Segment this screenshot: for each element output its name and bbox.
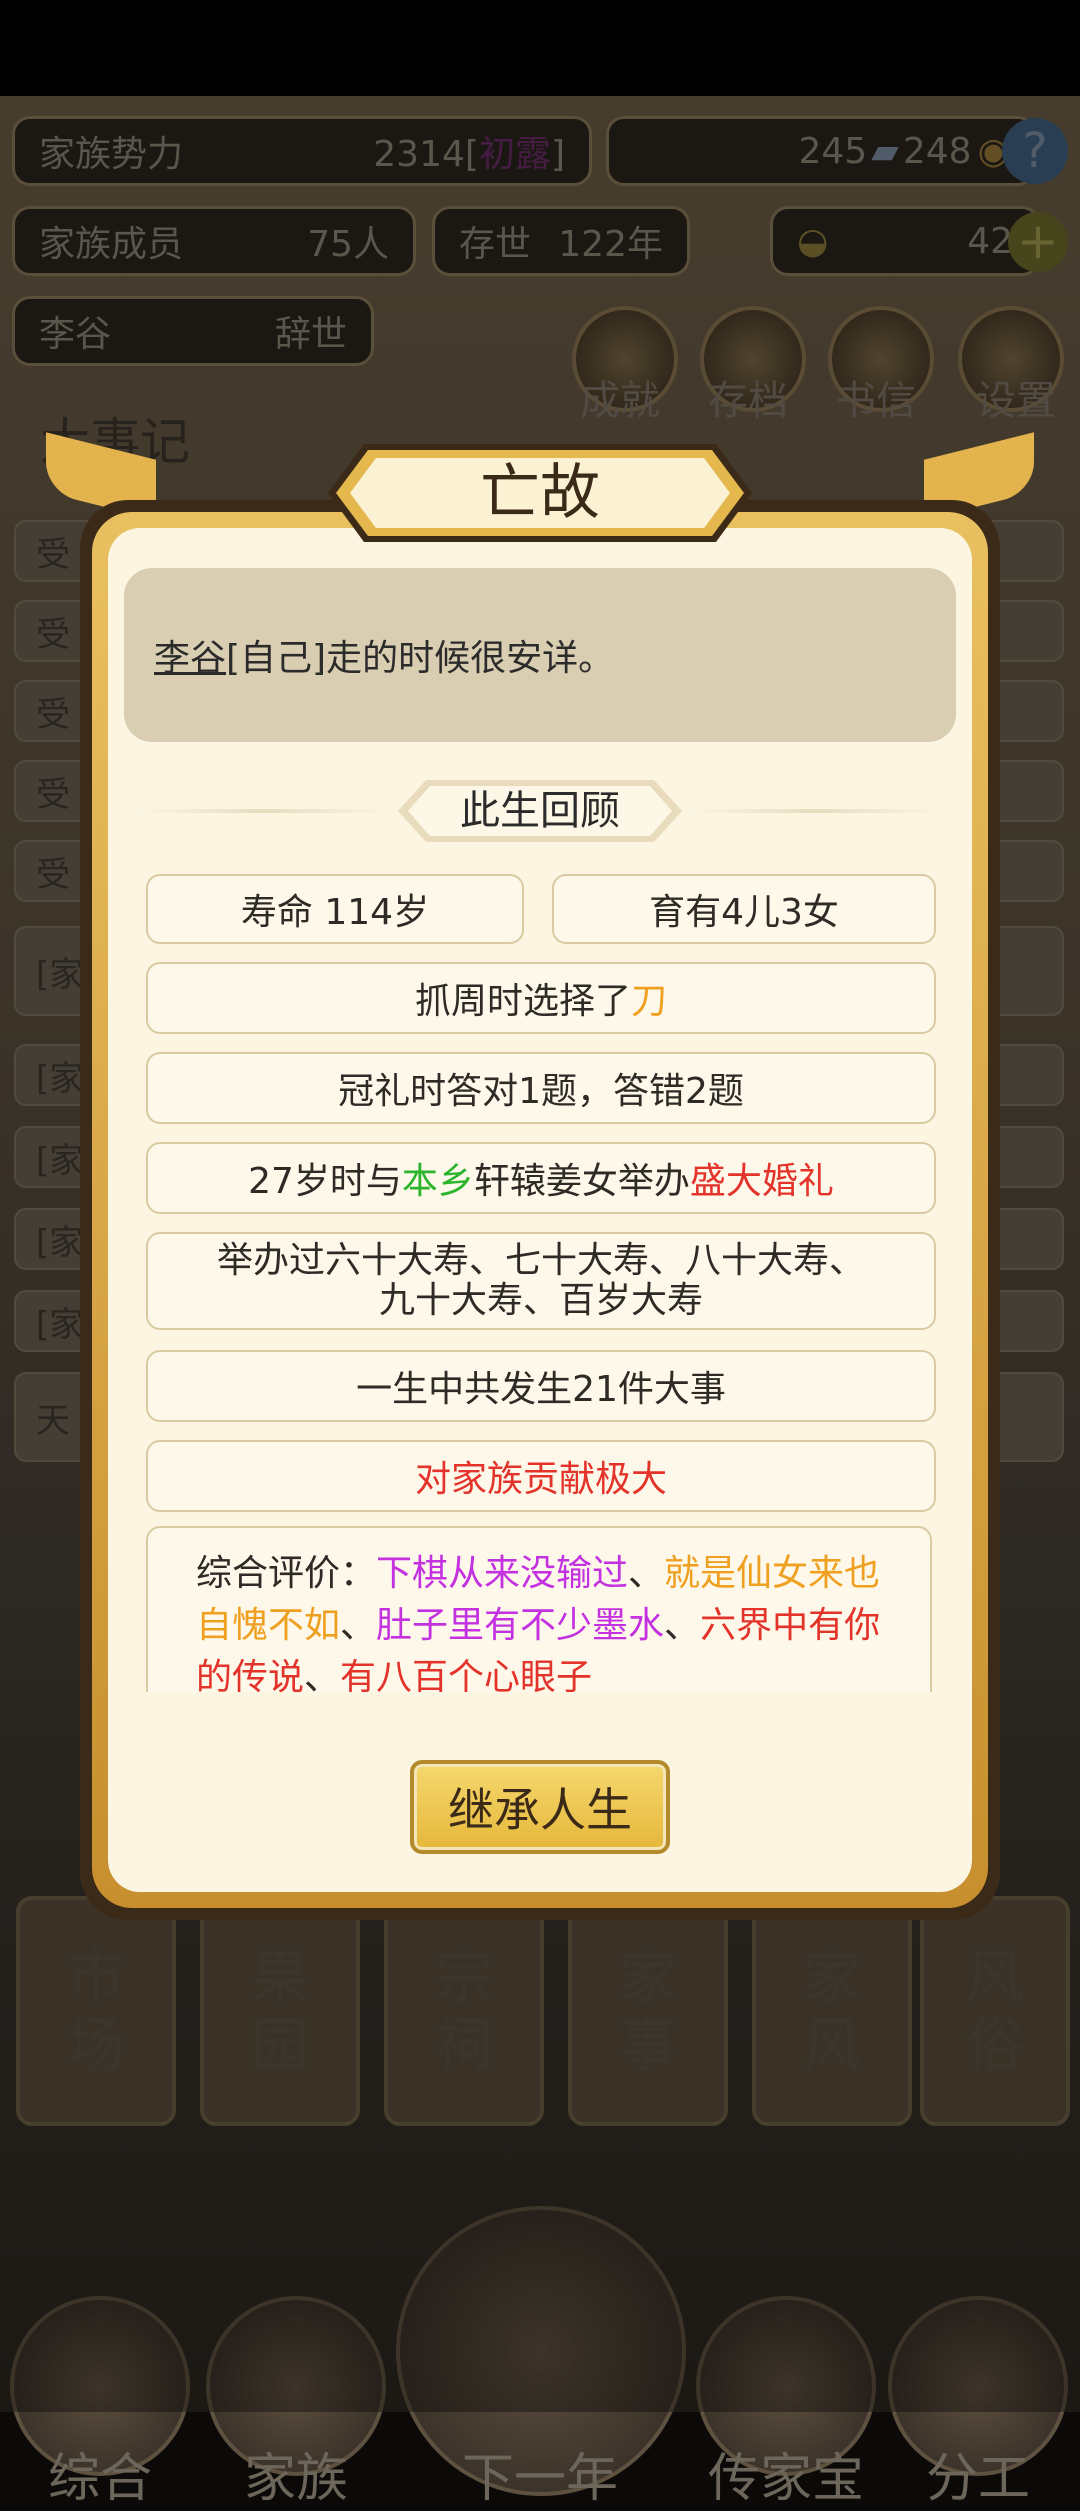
nav-next-year-label: 下一年 [461,2449,618,2509]
events-stat: 一生中共发生21件大事 [146,1350,936,1422]
divider [140,809,390,813]
lifespan-stat: 寿命 114岁 [146,874,524,944]
divider [690,809,940,813]
contribution-stat: 对家族贡献极大 [146,1440,936,1512]
evaluation-separator: 、 [664,1605,701,1646]
evaluation-box: 综合评价：下棋从来没输过、就是仙女来也自愧不如、肚子里有不少墨水、六界中有你的传… [146,1526,932,1692]
marriage-type: 盛大婚礼 [689,1161,834,1202]
zhuazhou-item: 刀 [631,981,668,1022]
evaluation-separator: 、 [304,1657,341,1692]
evaluation-trait: 有八百个心眼子 [340,1657,593,1692]
evaluation-trait: 肚子里有不少墨水 [376,1605,665,1646]
zhuazhou-stat: 抓周时选择了刀 [146,962,936,1034]
evaluation-separator: 、 [628,1553,665,1594]
death-message-text: [自己]走的时候很安详。 [226,638,615,679]
evaluation-trait: 下棋从来没输过 [376,1553,629,1594]
life-review-header: 此生回顾 [140,776,940,846]
nav-heirloom-label: 传家宝 [707,2449,864,2509]
evaluation-separator: 、 [340,1605,377,1646]
birthdays-stat: 举办过六十大寿、七十大寿、八十大寿、 九十大寿、百岁大寿 [146,1232,936,1330]
children-stat: 育有4儿3女 [552,874,936,944]
evaluation-label: 综合评价： [196,1553,377,1594]
status-bar [0,0,1080,96]
life-review-title: 此生回顾 [460,788,620,834]
marriage-place: 本乡 [401,1161,474,1202]
nav-division-label: 分工 [925,2449,1030,2509]
marriage-stat: 27岁时与 本乡 轩辕姜女举办 盛大婚礼 [146,1142,936,1214]
crowning-stat: 冠礼时答对1题，答错2题 [146,1052,936,1124]
nav-overview-label: 综合 [47,2449,152,2509]
evaluation-scroll-area[interactable]: 综合评价：下棋从来没输过、就是仙女来也自愧不如、肚子里有不少墨水、六界中有你的传… [146,1526,936,1692]
life-review-badge: 此生回顾 [398,776,682,846]
nav-family-label: 家族 [243,2449,348,2509]
dialog-title-plate: 亡故 [328,444,752,542]
dialog-title: 亡故 [480,458,600,528]
deceased-name-link[interactable]: 李谷 [154,629,226,681]
death-message: 李谷 [自己]走的时候很安详。 [124,568,956,742]
inherit-life-button[interactable]: 继承人生 [410,1760,670,1854]
